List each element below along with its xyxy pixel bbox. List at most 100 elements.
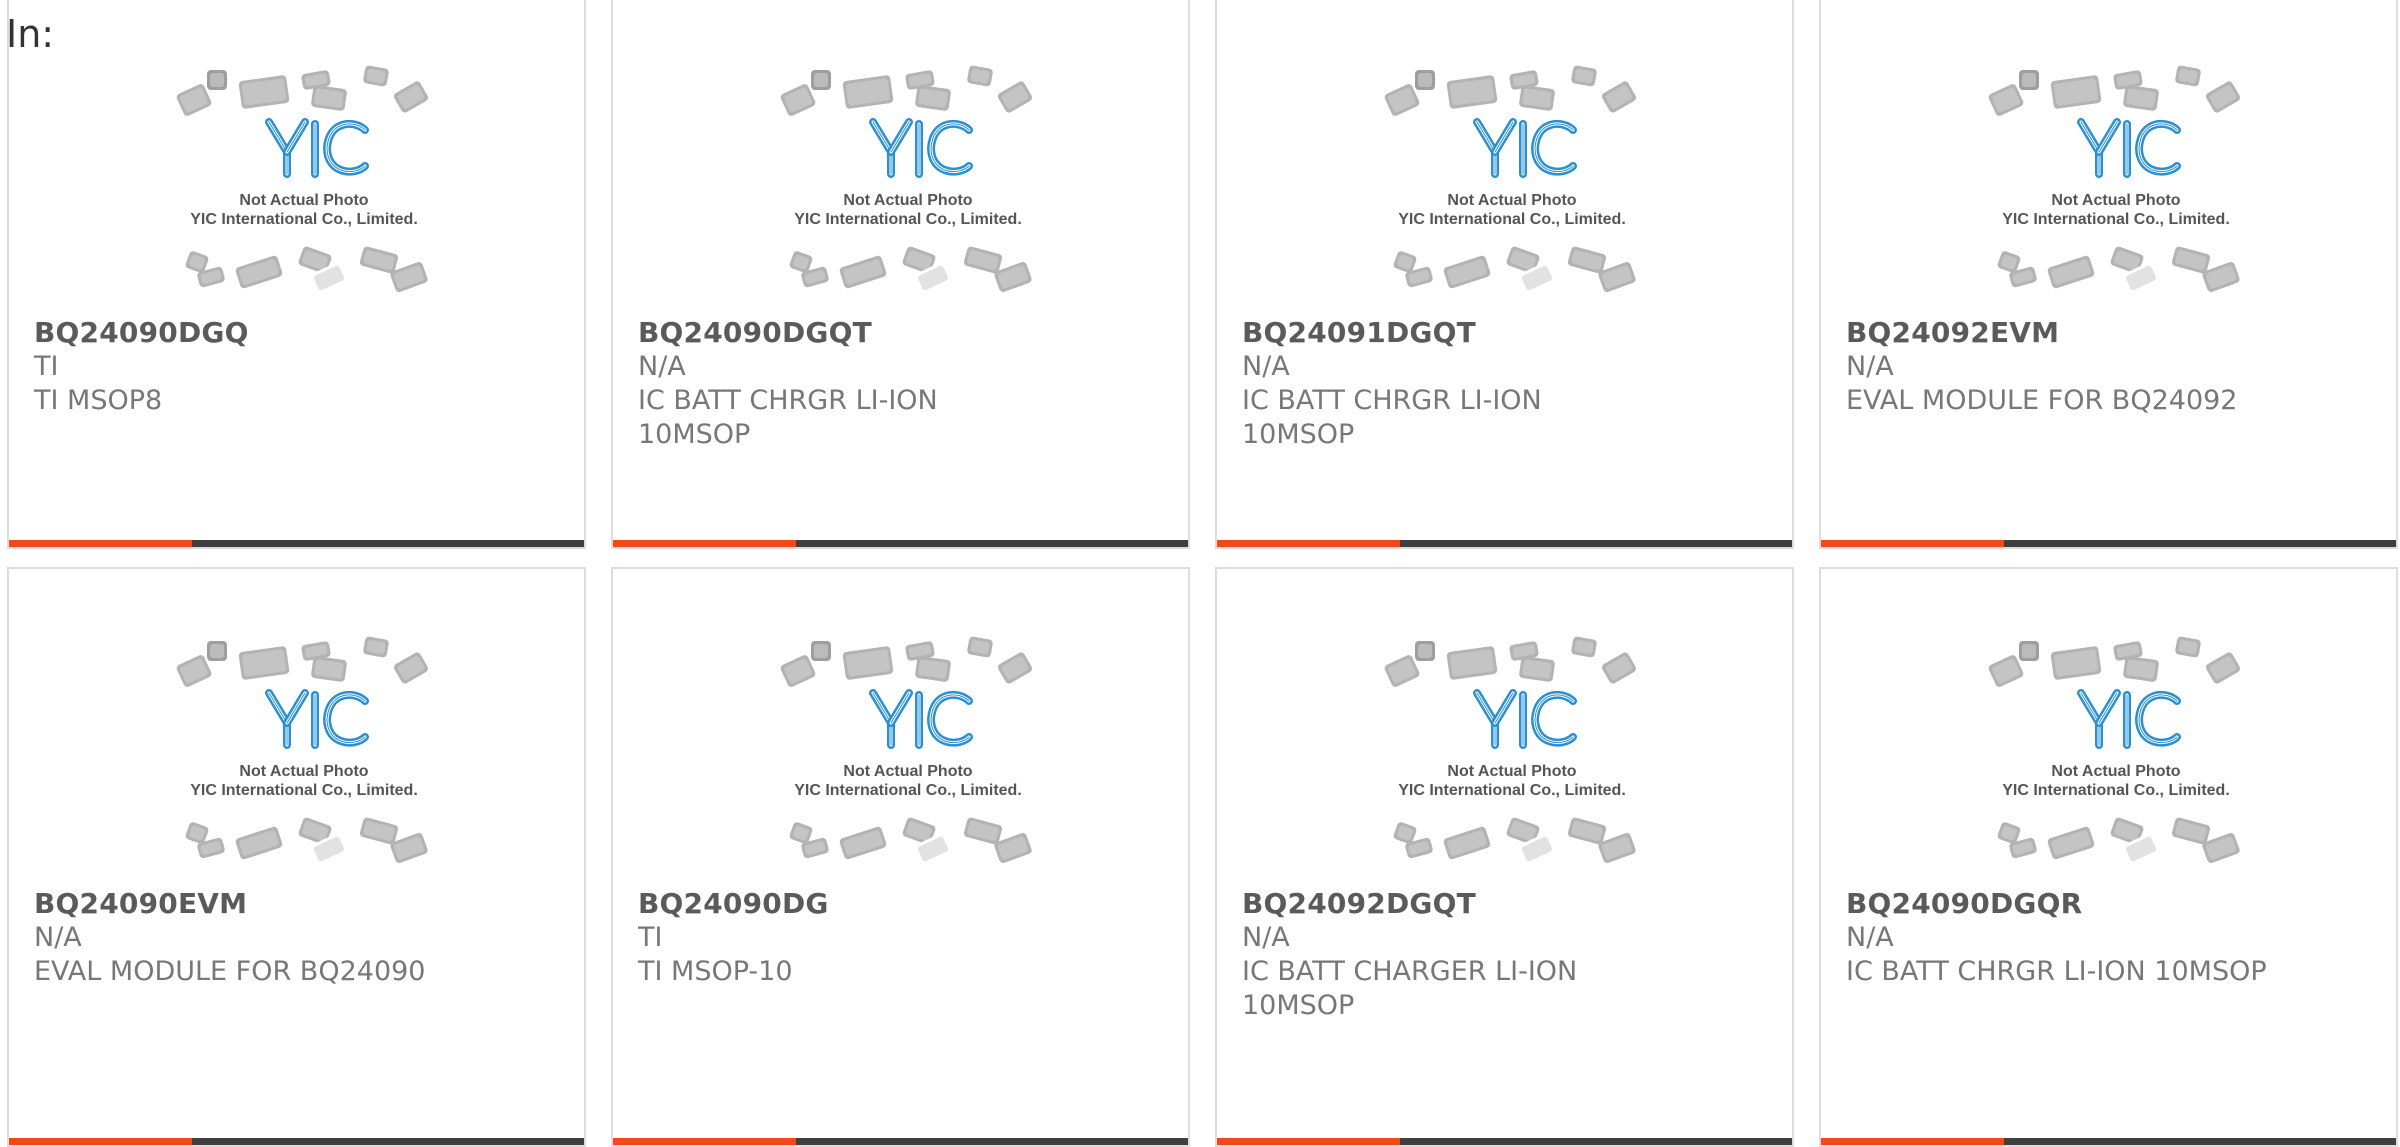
product-image: Not Actual Photo YIC International Co., L… (176, 636, 429, 865)
manufacturer: N/A (1846, 922, 1894, 953)
chip-icon (780, 655, 816, 687)
manufacturer: N/A (1846, 351, 1894, 382)
chip-icon (238, 646, 290, 680)
chip-icon (2047, 255, 2095, 289)
product-info: BQ24092DGQT N/A IC BATT CHARGER LI-ION 1… (1242, 887, 1772, 1023)
description: IC BATT CHARGER LI-ION 10MSOP (1242, 956, 1578, 1021)
accent-segment (9, 1138, 192, 1145)
chip-icon (1519, 85, 1555, 111)
chip-icon (1519, 656, 1555, 682)
part-number[interactable]: BQ24090EVM (34, 887, 564, 921)
chip-icon (915, 656, 951, 682)
part-number[interactable]: BQ24090DGQR (1846, 887, 2376, 921)
chip-icon (238, 75, 290, 109)
product-image: Not Actual Photo YIC International Co., L… (1988, 636, 2241, 865)
chip-icon (311, 656, 347, 682)
chip-icon (2050, 75, 2102, 109)
accent-segment (1217, 540, 1400, 547)
image-caption-line2: YIC International Co., Limited. (794, 782, 1022, 799)
product-card[interactable]: Not Actual Photo YIC International Co., L… (1215, 0, 1794, 549)
product-image: Not Actual Photo YIC International Co., L… (780, 636, 1033, 865)
manufacturer: N/A (1242, 351, 1290, 382)
part-number[interactable]: BQ24090DG (638, 887, 1168, 921)
accent-segment (1821, 540, 2004, 547)
product-info: BQ24090DGQT N/A IC BATT CHRGR LI-ION 10M… (638, 316, 1168, 452)
part-number[interactable]: BQ24090DGQT (638, 316, 1168, 350)
product-card[interactable]: Not Actual Photo YIC International Co., L… (1819, 567, 2398, 1147)
chip-icon (2205, 652, 2241, 684)
chip-icon (235, 826, 283, 860)
image-caption-line2: YIC International Co., Limited. (190, 211, 418, 228)
chip-icon (393, 81, 429, 113)
chip-icon (1601, 652, 1637, 684)
yic-logo (869, 689, 973, 749)
part-number[interactable]: BQ24091DGQT (1242, 316, 1772, 350)
chip-icon (1446, 646, 1498, 680)
part-number[interactable]: BQ24092DGQT (1242, 887, 1772, 921)
chip-icon (915, 85, 951, 111)
card-accent-bar (1217, 540, 1792, 547)
chip-icon (967, 636, 993, 658)
chip-icon (963, 817, 1003, 845)
description: TI MSOP8 (34, 385, 163, 416)
card-accent-bar (613, 540, 1188, 547)
card-accent-bar (1821, 540, 2396, 547)
chip-icon (2019, 641, 2039, 661)
part-number[interactable]: BQ24092EVM (1846, 316, 2376, 350)
chip-icon (2171, 246, 2211, 274)
manufacturer: N/A (638, 351, 686, 382)
yic-logo (2077, 118, 2181, 178)
product-card[interactable]: Not Actual Photo YIC International Co., L… (1215, 567, 1794, 1147)
chip-icon (1415, 641, 1435, 661)
product-info: BQ24090EVM N/A EVAL MODULE FOR BQ24090 (34, 887, 564, 989)
accent-segment (9, 540, 192, 547)
product-info: BQ24092EVM N/A EVAL MODULE FOR BQ24092 (1846, 316, 2376, 418)
image-caption-line1: Not Actual Photo (2051, 192, 2180, 209)
product-info: BQ24090DGQR N/A IC BATT CHRGR LI-ION 10M… (1846, 887, 2376, 989)
product-card[interactable]: Not Actual Photo YIC International Co., L… (7, 567, 586, 1147)
chip-icon (967, 65, 993, 87)
image-caption-line2: YIC International Co., Limited. (794, 211, 1022, 228)
product-card[interactable]: Not Actual Photo YIC International Co., L… (611, 0, 1190, 549)
image-caption-line2: YIC International Co., Limited. (190, 782, 418, 799)
chip-icon (235, 255, 283, 289)
manufacturer: N/A (34, 922, 82, 953)
accent-segment (1821, 1138, 2004, 1145)
chip-icon (176, 655, 212, 687)
manufacturer: TI (34, 351, 59, 382)
image-caption-line1: Not Actual Photo (2051, 763, 2180, 780)
image-caption-line1: Not Actual Photo (843, 192, 972, 209)
product-info: BQ24091DGQT N/A IC BATT CHRGR LI-ION 10M… (1242, 316, 1772, 452)
part-number[interactable]: BQ24090DGQ (34, 316, 564, 350)
image-caption-line1: Not Actual Photo (1447, 763, 1576, 780)
chip-icon (2047, 826, 2095, 860)
product-info: BQ24090DG TI TI MSOP-10 (638, 887, 1168, 989)
description: EVAL MODULE FOR BQ24092 (1846, 385, 2238, 416)
product-card[interactable]: Not Actual Photo YIC International Co., L… (7, 0, 586, 549)
image-caption-line1: Not Actual Photo (239, 192, 368, 209)
product-image: Not Actual Photo YIC International Co., L… (1384, 636, 1637, 865)
chip-icon (1571, 636, 1597, 658)
chip-icon (2205, 81, 2241, 113)
yic-logo (869, 118, 973, 178)
chip-icon (207, 641, 227, 661)
chip-icon (1571, 65, 1597, 87)
chip-icon (2123, 656, 2159, 682)
chip-icon (839, 826, 887, 860)
image-caption-line2: YIC International Co., Limited. (2002, 211, 2230, 228)
chip-icon (311, 85, 347, 111)
chip-icon (1443, 255, 1491, 289)
card-accent-bar (9, 1138, 584, 1145)
yic-logo (2077, 689, 2181, 749)
chip-icon (363, 65, 389, 87)
chip-icon (2171, 817, 2211, 845)
image-caption-line2: YIC International Co., Limited. (2002, 782, 2230, 799)
chip-icon (359, 817, 399, 845)
product-card[interactable]: Not Actual Photo YIC International Co., L… (611, 567, 1190, 1147)
chip-icon (842, 646, 894, 680)
chip-icon (1415, 70, 1435, 90)
product-card[interactable]: Not Actual Photo YIC International Co., L… (1819, 0, 2398, 549)
image-caption-line1: Not Actual Photo (239, 763, 368, 780)
chip-icon (1601, 81, 1637, 113)
product-image: Not Actual Photo YIC International Co., L… (780, 65, 1033, 294)
